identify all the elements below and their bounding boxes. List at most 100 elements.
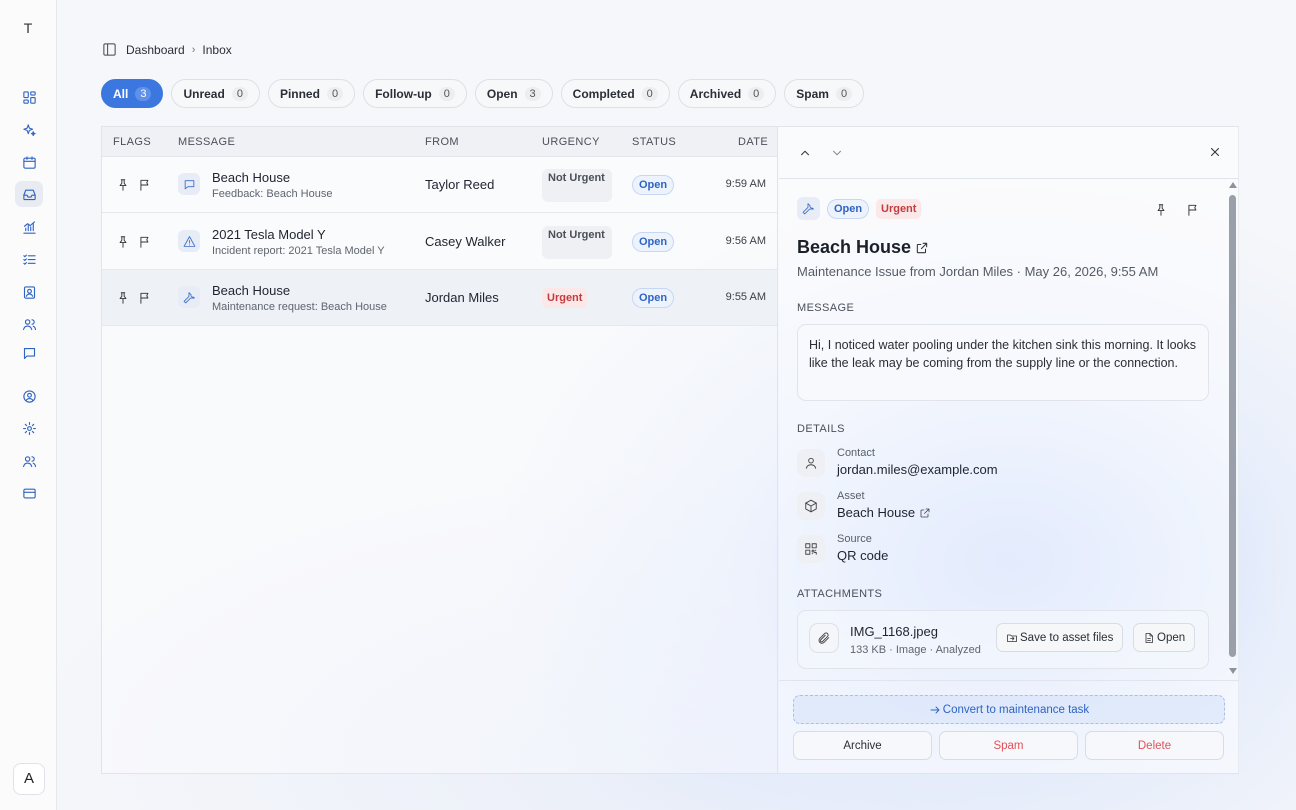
- table-header: FLAGS MESSAGE FROM URGENCY STATUS DATE: [102, 127, 777, 157]
- filter-follow-up[interactable]: Follow-up 0: [363, 79, 467, 108]
- row-date: 9:55 AM: [725, 291, 766, 303]
- folder-import-icon: [1007, 634, 1017, 642]
- scroll-down-arrow[interactable]: [1229, 668, 1237, 674]
- close-icon[interactable]: [1208, 145, 1222, 159]
- delete-button[interactable]: Delete: [1085, 731, 1224, 760]
- detail-type-badge: [797, 197, 820, 220]
- save-to-asset-files-button[interactable]: Save to asset files: [996, 623, 1124, 652]
- chevron-down-icon[interactable]: [830, 146, 844, 160]
- detail-actions: Convert to maintenance task Archive Spam…: [779, 680, 1239, 773]
- inbox-panel: FLAGS MESSAGE FROM URGENCY STATUS DATE B…: [101, 126, 1239, 774]
- detail-scroll-area[interactable]: Open Urgent Beach House Maintenance Issu…: [779, 179, 1239, 679]
- header-date: DATE: [738, 136, 769, 148]
- attachment-card: IMG_1168.jpeg 133 KB · Image · Analyzed …: [797, 610, 1209, 669]
- scrollbar-thumb[interactable]: [1229, 195, 1236, 657]
- sparkles-icon: [22, 123, 36, 136]
- external-link-icon[interactable]: [915, 241, 929, 255]
- sidebar-item-dashboard[interactable]: [15, 84, 43, 110]
- asset-name: Beach House: [837, 505, 916, 520]
- sidebar-item-people[interactable]: [15, 311, 43, 337]
- pin-icon[interactable]: [116, 291, 130, 305]
- header-urgency: URGENCY: [542, 136, 600, 148]
- source-label: Source: [837, 533, 872, 545]
- spam-button[interactable]: Spam: [939, 731, 1078, 760]
- breadcrumb-dashboard-link[interactable]: Dashboard: [126, 43, 185, 57]
- sidebar-item-messages[interactable]: [15, 340, 43, 366]
- sidebar-item-account[interactable]: [15, 383, 43, 409]
- table-row[interactable]: Beach House Feedback: Beach House Taylor…: [102, 157, 777, 213]
- sidebar-item-billing[interactable]: [15, 480, 43, 506]
- filter-pinned[interactable]: Pinned 0: [267, 79, 356, 108]
- table-row[interactable]: Beach House Maintenance request: Beach H…: [102, 270, 777, 326]
- source-value: QR code: [837, 548, 889, 563]
- contact-label: Contact: [837, 447, 875, 459]
- row-type-badge: [178, 230, 200, 252]
- flag-icon[interactable]: [138, 291, 152, 305]
- asset-label: Asset: [837, 490, 865, 502]
- header-flags: FLAGS: [113, 136, 152, 148]
- row-title: Beach House: [212, 283, 291, 298]
- row-from: Casey Walker: [425, 234, 506, 249]
- attachment-name: IMG_1168.jpeg: [850, 624, 938, 639]
- details-section-label: DETAILS: [797, 423, 845, 435]
- filter-archived[interactable]: Archived 0: [677, 79, 777, 108]
- detail-contact: Contact jordan.miles@example.com: [797, 447, 1217, 481]
- filter-spam[interactable]: Spam 0: [784, 79, 865, 108]
- checklist-icon: [22, 254, 36, 265]
- file-icon: [1145, 632, 1153, 643]
- chevron-up-icon[interactable]: [798, 146, 812, 160]
- flag-icon[interactable]: [138, 178, 152, 192]
- urgency-badge: Not Urgent: [542, 169, 612, 202]
- scroll-up-arrow[interactable]: [1229, 182, 1237, 188]
- filter-unread[interactable]: Unread 0: [171, 79, 260, 108]
- row-type-badge: [178, 173, 200, 195]
- sidebar-item-assistant[interactable]: [15, 117, 43, 143]
- sidebar-item-calendar[interactable]: [15, 149, 43, 175]
- message-list: FLAGS MESSAGE FROM URGENCY STATUS DATE B…: [102, 127, 778, 773]
- asset-link[interactable]: Beach House: [837, 505, 931, 520]
- filter-completed[interactable]: Completed 0: [560, 79, 670, 108]
- urgency-badge: Not Urgent: [542, 226, 612, 259]
- sidebar-item-contacts[interactable]: [15, 279, 43, 305]
- flag-icon[interactable]: [138, 235, 152, 249]
- filter-all[interactable]: All 3: [101, 79, 164, 108]
- detail-urgency-badge: Urgent: [876, 199, 922, 219]
- breadcrumb-current: Inbox: [202, 42, 232, 57]
- filter-open[interactable]: Open 3: [474, 79, 553, 108]
- row-title: Beach House: [212, 170, 291, 185]
- detail-title[interactable]: Beach House: [797, 237, 929, 258]
- convert-to-task-button[interactable]: Convert to maintenance task: [793, 695, 1225, 724]
- pin-icon[interactable]: [116, 235, 130, 249]
- row-title: 2021 Tesla Model Y: [212, 227, 326, 242]
- workspace-switcher[interactable]: T: [16, 17, 40, 39]
- dashboard-icon: [22, 90, 36, 104]
- sidebar-item-tasks[interactable]: [15, 246, 43, 272]
- message-section-label: MESSAGE: [797, 302, 855, 314]
- archive-button[interactable]: Archive: [793, 731, 932, 760]
- attachment-meta: 133 KB · Image · Analyzed: [850, 644, 981, 656]
- detail-meta: Maintenance Issue from Jordan Miles · Ma…: [797, 264, 1159, 279]
- sidebar-toggle-icon[interactable]: [102, 42, 117, 57]
- flag-icon[interactable]: [1186, 203, 1200, 217]
- user-avatar[interactable]: A: [13, 763, 45, 795]
- detail-source: Source QR code: [797, 533, 1217, 567]
- row-date: 9:56 AM: [725, 235, 766, 247]
- pin-icon[interactable]: [1154, 203, 1168, 217]
- sidebar-item-team[interactable]: [15, 448, 43, 474]
- detail-toolbar: [779, 127, 1239, 179]
- settings-icon: [22, 421, 36, 435]
- detail-title-text: Beach House: [797, 237, 912, 257]
- sidebar-item-settings[interactable]: [15, 415, 43, 441]
- open-attachment-button[interactable]: Open: [1133, 623, 1196, 652]
- row-type-badge: [178, 286, 200, 308]
- pin-icon[interactable]: [116, 178, 130, 192]
- sidebar-item-reports[interactable]: [15, 214, 43, 240]
- sidebar-item-inbox[interactable]: [15, 181, 43, 207]
- external-link-icon[interactable]: [919, 507, 931, 519]
- team-icon: [22, 455, 36, 467]
- table-row[interactable]: 2021 Tesla Model Y Incident report: 2021…: [102, 214, 777, 270]
- contact-email[interactable]: jordan.miles@example.com: [837, 462, 998, 477]
- status-badge: Open: [632, 232, 675, 252]
- row-from: Jordan Miles: [425, 290, 499, 305]
- header-from: FROM: [425, 136, 459, 148]
